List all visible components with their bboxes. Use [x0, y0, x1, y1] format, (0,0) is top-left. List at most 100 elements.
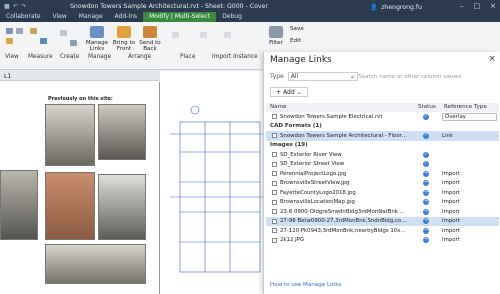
image-file-icon: [272, 228, 277, 233]
historic-building-photo: [98, 104, 146, 160]
filter-icon: [269, 26, 283, 38]
search-input[interactable]: ⌕ Search name or other column values: [352, 72, 492, 82]
ribbon-tabs: Collaborate View Manage Add-Ins Modify |…: [0, 12, 500, 22]
panel-view-label: View: [5, 54, 19, 60]
query-icon[interactable]: [224, 32, 231, 38]
table-row[interactable]: SD_Exterior River View ✓: [266, 150, 499, 160]
view-tool-icon[interactable]: [6, 28, 13, 34]
image-file-icon: [272, 152, 277, 157]
place-tool-icon[interactable]: [172, 32, 179, 38]
revit-window: ■ ↶ ↷ Snowdon Towers Sample Architectura…: [0, 0, 500, 294]
tab-modify-multi-select[interactable]: Modify | Multi-Select: [143, 12, 217, 22]
tab-manage[interactable]: Manage: [73, 12, 109, 22]
historic-photo: [45, 244, 146, 284]
send-to-back-button[interactable]: Send to Back: [138, 26, 162, 52]
measure-icon[interactable]: [30, 28, 37, 34]
maximize-icon[interactable]: □: [474, 2, 481, 10]
panel-place-label: Place: [180, 54, 196, 60]
close-icon[interactable]: ×: [490, 2, 496, 10]
historic-building-photo: [45, 104, 95, 166]
bring-to-front-icon: [117, 26, 131, 38]
table-row[interactable]: Snowdon Towers Sample Architectural - Fl…: [266, 131, 499, 141]
dimension-icon[interactable]: [40, 38, 47, 44]
user-menu[interactable]: 👤 zhengrong.fu: [370, 3, 422, 12]
save-button[interactable]: Save: [290, 26, 304, 32]
create-group-icon[interactable]: [70, 40, 77, 46]
file-icon: [272, 133, 277, 138]
image-file-icon: [272, 180, 277, 186]
minimize-icon[interactable]: –: [460, 2, 464, 10]
edit-button[interactable]: Edit: [290, 38, 301, 44]
table-row[interactable]: 23-8 0900-OldgreSnwdnBldg3rdMonNatBnk 10…: [266, 207, 499, 217]
group-header-cad[interactable]: CAD Formats (1): [266, 122, 499, 132]
file-icon: [272, 114, 277, 119]
undo-icon[interactable]: ↶: [13, 3, 18, 10]
status-check-icon: ✓: [423, 132, 429, 139]
tab-collaborate[interactable]: Collaborate: [0, 12, 47, 22]
status-import-icon: →: [423, 170, 429, 177]
floor-plan-lines: [170, 105, 265, 273]
panel-manage-label: Manage: [88, 54, 112, 60]
table-row[interactable]: PerennialProjectLogo.jpg → Import: [266, 169, 499, 179]
status-check-icon: ✓: [423, 113, 429, 120]
chevron-down-icon: ⌄: [296, 88, 302, 96]
user-icon: 👤: [370, 4, 379, 11]
create-assembly-icon[interactable]: [60, 30, 67, 36]
brownsville-photo: [45, 172, 95, 240]
view-tab-l1[interactable]: L1: [4, 73, 11, 80]
table-row[interactable]: FayetteCountyLogo2018.jpg → Import: [266, 188, 499, 198]
type-select[interactable]: All ⌄: [287, 72, 358, 81]
status-import-icon: →: [423, 189, 429, 196]
status-import-icon: →: [423, 208, 429, 215]
table-row[interactable]: Snowdon Towers Sample Electrical.rvt ✓ O…: [266, 112, 499, 122]
thin-lines-icon[interactable]: [6, 38, 13, 44]
table-row[interactable]: SD_Exterior Street View ✓: [266, 160, 499, 170]
column-name[interactable]: Name: [270, 104, 287, 110]
tab-debug[interactable]: Debug: [216, 12, 248, 22]
redo-icon[interactable]: ↷: [21, 3, 26, 10]
table-row[interactable]: 2k12.JPG → Import: [266, 236, 499, 246]
links-table: Snowdon Towers Sample Electrical.rvt ✓ O…: [266, 112, 499, 245]
reference-type-select[interactable]: Overlay: [442, 112, 497, 121]
status-check-icon: ✓: [423, 161, 429, 167]
user-name: zhengrong.fu: [381, 3, 422, 11]
manage-links-button[interactable]: Manage Links: [84, 26, 110, 52]
table-row[interactable]: 27-98 Betw0900-27,3rdMonBnk,SndnBldg,col…: [266, 216, 499, 226]
image-file-icon: [272, 237, 277, 243]
status-import-icon: →: [423, 199, 429, 205]
revit-logo-icon[interactable]: ■: [4, 3, 10, 10]
filter-button[interactable]: Filter: [266, 26, 286, 46]
column-reference-type[interactable]: Reference Type: [444, 104, 487, 110]
quick-access-toolbar: ■ ↶ ↷: [0, 3, 26, 10]
dialog-title: Manage Links: [270, 55, 332, 65]
send-to-back-icon: [143, 26, 157, 38]
tab-add-ins[interactable]: Add-Ins: [109, 12, 143, 22]
floor-plan-view[interactable]: [160, 82, 265, 294]
search-icon: ⌕: [352, 73, 356, 80]
table-header: Name Status Reference Type: [266, 103, 499, 112]
type-filter: Type All ⌄: [270, 72, 358, 81]
delete-layers-icon[interactable]: [200, 32, 207, 38]
view-tool-icon[interactable]: [16, 28, 23, 34]
group-header-images[interactable]: Images (19): [266, 141, 499, 151]
manage-links-dialog: Manage Links × Type All ⌄ ⌕ Search name …: [263, 52, 500, 294]
street-photo-image: [0, 170, 38, 240]
plus-icon: +: [276, 88, 282, 96]
panel-measure-label: Measure: [28, 54, 53, 60]
tab-view[interactable]: View: [47, 12, 73, 22]
status-import-icon: →: [423, 237, 429, 243]
table-row[interactable]: BrownsvilleStreetView.jpg → Import: [266, 179, 499, 189]
panel-create-label: Create: [60, 54, 80, 60]
help-link[interactable]: How to use Manage Links: [270, 282, 341, 288]
add-button[interactable]: + Add ⌄: [270, 87, 308, 97]
image-file-icon: [272, 190, 277, 195]
table-row[interactable]: BrownsvilleLocationMap.jpg → Import: [266, 198, 499, 208]
image-file-icon: [272, 199, 277, 205]
bring-to-front-button[interactable]: Bring to Front: [112, 26, 136, 52]
status-import-icon: →: [423, 180, 429, 186]
window-title: Snowdon Towers Sample Architectural.rvt …: [70, 3, 268, 10]
cover-sheet-view[interactable]: Previously on this site:: [0, 82, 160, 294]
table-row[interactable]: 27-120 Pk0943,3rdMonBnk,nearbyBldgs 10x6…: [266, 226, 499, 236]
column-status[interactable]: Status: [418, 104, 436, 110]
close-icon[interactable]: ×: [488, 54, 496, 64]
